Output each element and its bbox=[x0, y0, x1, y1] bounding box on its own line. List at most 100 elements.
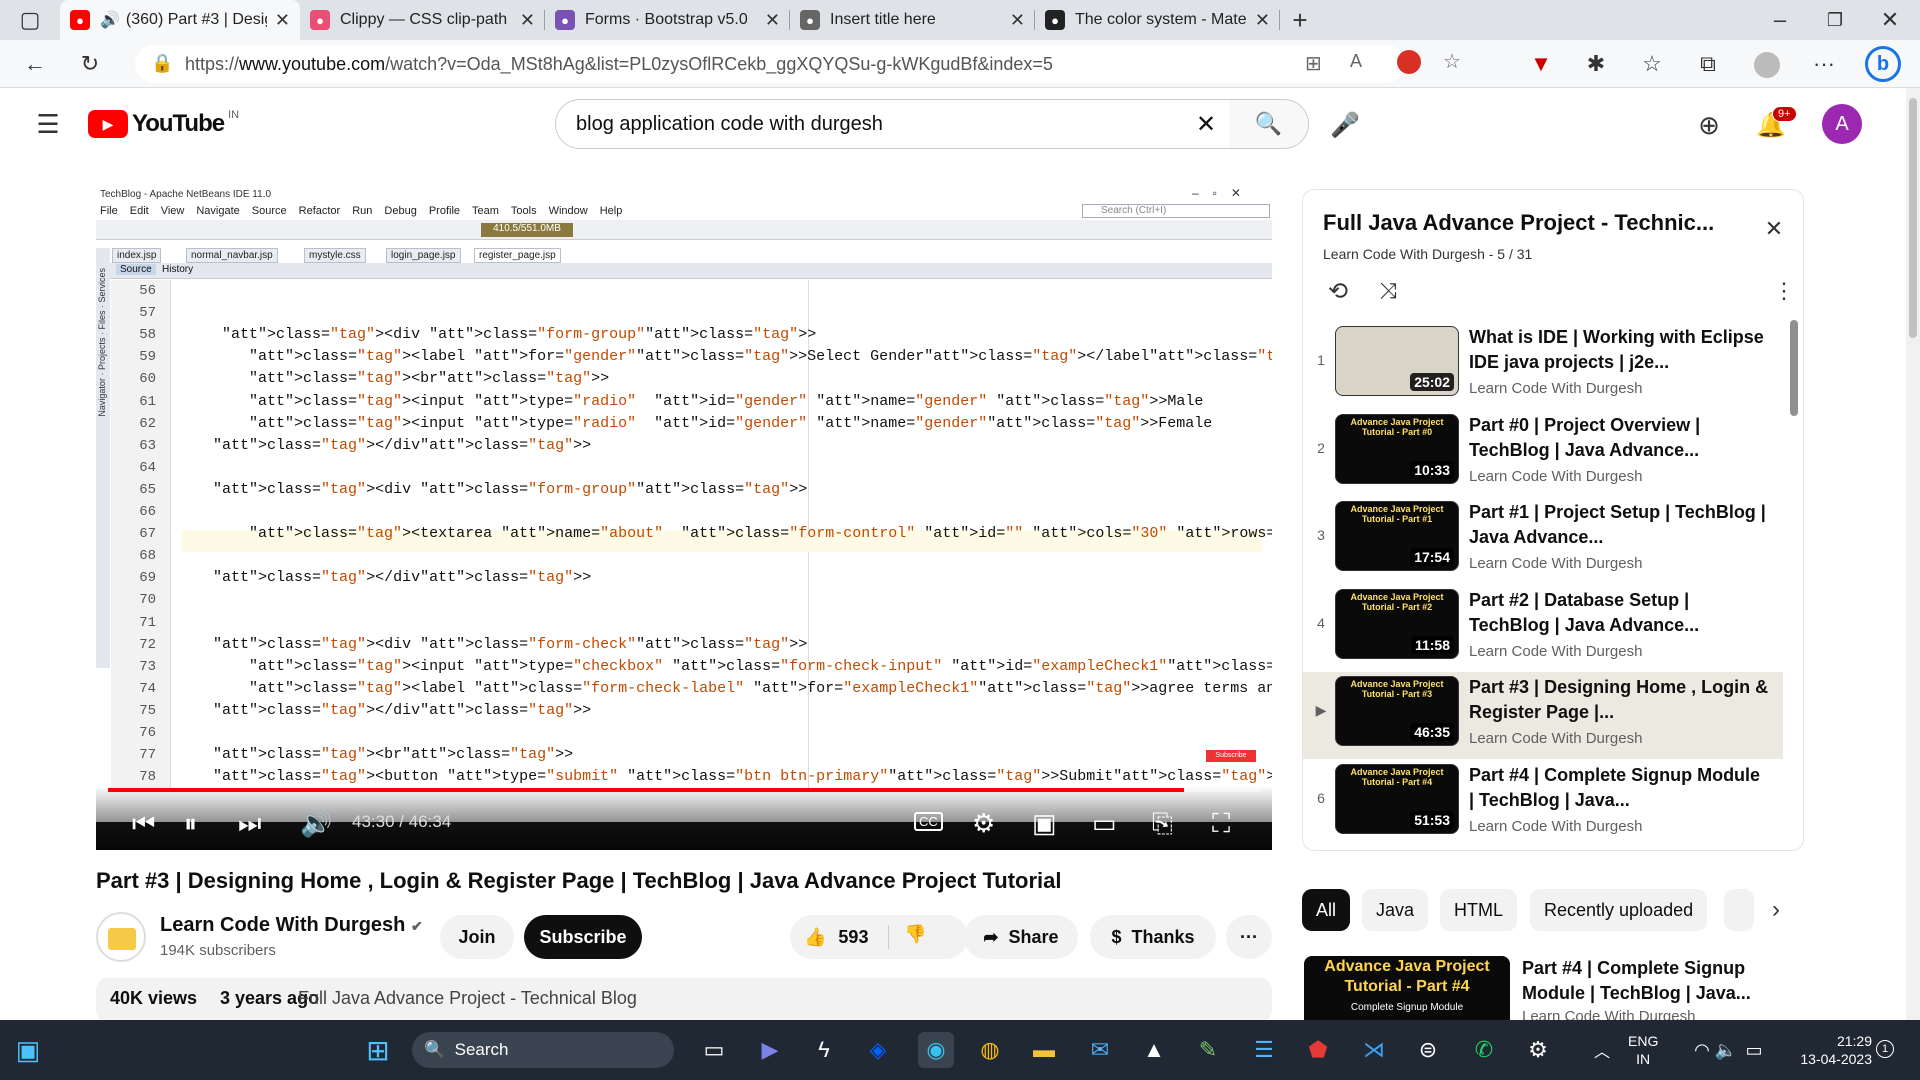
dropbox-icon[interactable]: ◈ bbox=[860, 1032, 896, 1068]
playlist-thumbnail[interactable]: Advance Java Project Tutorial - Part #0 1… bbox=[1335, 413, 1459, 484]
profile-icon[interactable] bbox=[1754, 52, 1780, 78]
audio-playing-icon[interactable]: 🔊 bbox=[100, 10, 120, 30]
search-button[interactable]: 🔍 bbox=[1229, 99, 1309, 149]
file-explorer-icon[interactable]: ▬ bbox=[1026, 1032, 1062, 1068]
recommended-thumbnail[interactable]: Advance Java Project Tutorial - Part #4 … bbox=[1304, 956, 1510, 1020]
browser-tab[interactable]: ● Forms · Bootstrap v5.0 ✕ bbox=[545, 0, 790, 40]
add-favorite-icon[interactable]: ☆ bbox=[1443, 49, 1461, 74]
chrome-icon[interactable]: ◍ bbox=[972, 1032, 1008, 1068]
create-video-icon[interactable]: ⊕ bbox=[1690, 106, 1728, 144]
teams-icon[interactable]: ▶ bbox=[752, 1032, 788, 1068]
page-scrollbar[interactable] bbox=[1906, 88, 1920, 1020]
terminal-icon[interactable]: ϟ bbox=[806, 1032, 842, 1068]
youtube-logo[interactable]: ▶ YouTube IN bbox=[88, 109, 239, 138]
video-progress-bar[interactable] bbox=[108, 788, 1260, 792]
like-count[interactable]: 593 bbox=[838, 927, 868, 948]
url-field[interactable]: 🔒 https://www.youtube.com/watch?v=Oda_MS… bbox=[135, 45, 1461, 83]
recommended-channel[interactable]: Learn Code With Durgesh bbox=[1522, 1008, 1695, 1020]
account-avatar[interactable]: A bbox=[1822, 104, 1862, 144]
video-player[interactable]: TechBlog - Apache NetBeans IDE 11.0 –▫✕ … bbox=[96, 186, 1272, 850]
playlist-item[interactable]: 1 25:02 What is IDE | Working with Eclipse… bbox=[1303, 322, 1783, 409]
bing-icon[interactable]: b bbox=[1865, 46, 1901, 82]
pause-icon[interactable]: ⏸ bbox=[184, 808, 197, 840]
close-window-button[interactable]: ✕ bbox=[1865, 0, 1915, 40]
read-aloud-icon[interactable]: A bbox=[1350, 51, 1362, 72]
vpn-icon[interactable]: ⊜ bbox=[1410, 1032, 1446, 1068]
playlist-scrollbar[interactable] bbox=[1790, 320, 1798, 416]
windows-start-icon[interactable]: ⊞ bbox=[360, 1032, 396, 1068]
playlist-item[interactable]: 3 Advance Java Project Tutorial - Part #1… bbox=[1303, 497, 1783, 584]
favorites-icon[interactable]: ☆ bbox=[1636, 48, 1668, 80]
maximize-button[interactable]: ❐ bbox=[1810, 0, 1860, 40]
playlist-thumbnail[interactable]: 25:02 bbox=[1335, 326, 1459, 396]
edge-icon[interactable]: ◉ bbox=[918, 1032, 954, 1068]
mail-icon[interactable]: ✉ bbox=[1082, 1032, 1118, 1068]
whatsapp-icon[interactable]: ✆ bbox=[1466, 1032, 1502, 1068]
acrobat-icon[interactable]: ⬟ bbox=[1300, 1032, 1336, 1068]
shuffle-playlist-icon[interactable]: ⤨ bbox=[1371, 274, 1405, 308]
collections-icon[interactable]: ⧉ bbox=[1692, 48, 1724, 80]
previous-video-icon[interactable]: ⏮ bbox=[132, 808, 155, 840]
playlist-thumbnail[interactable]: Advance Java Project Tutorial - Part #4 5… bbox=[1335, 763, 1459, 834]
captions-icon[interactable]: CC bbox=[914, 812, 943, 831]
back-icon[interactable]: ← bbox=[15, 44, 55, 84]
playlist-thumbnail[interactable]: Advance Java Project Tutorial - Part #1 1… bbox=[1335, 501, 1459, 571]
miniplayer-icon[interactable]: ▣ bbox=[1032, 808, 1057, 839]
editor-icon[interactable]: ✎ bbox=[1190, 1032, 1226, 1068]
task-view-icon[interactable]: ▣ bbox=[10, 1032, 46, 1068]
playlist-item[interactable]: 4 Advance Java Project Tutorial - Part #2… bbox=[1303, 585, 1783, 672]
playlist-thumbnail[interactable]: Advance Java Project Tutorial - Part #3 4… bbox=[1335, 676, 1459, 746]
playlist-item[interactable]: ▶ Advance Java Project Tutorial - Part #3… bbox=[1303, 672, 1783, 759]
notification-center-badge[interactable]: 1 bbox=[1876, 1040, 1894, 1058]
settings-app-icon[interactable]: ⚙ bbox=[1520, 1032, 1556, 1068]
close-playlist-icon[interactable]: ✕ bbox=[1759, 214, 1789, 244]
tab-actions-icon[interactable]: ▢ bbox=[0, 0, 60, 40]
close-tab-icon[interactable]: ✕ bbox=[765, 10, 780, 31]
more-actions-button[interactable]: ··· bbox=[1226, 915, 1272, 959]
share-button[interactable]: ➦ Share bbox=[964, 915, 1078, 959]
browser-tab[interactable]: ● Insert title here ✕ bbox=[790, 0, 1035, 40]
description-box[interactable]: 40K views 3 years ago Full Java Advance … bbox=[96, 978, 1272, 1022]
close-tab-icon[interactable]: ✕ bbox=[1010, 10, 1025, 31]
volume-icon[interactable]: 🔊 bbox=[300, 808, 332, 839]
dislike-icon[interactable]: 👎 bbox=[904, 924, 926, 945]
vscode-icon[interactable]: ⋊ bbox=[1356, 1032, 1392, 1068]
cast-icon[interactable]: ⎘ bbox=[1152, 808, 1173, 840]
browser-tab[interactable]: ● Clippy — CSS clip-path maker ✕ bbox=[300, 0, 545, 40]
chevron-right-icon[interactable]: › bbox=[1758, 892, 1794, 928]
subscribe-button[interactable]: Subscribe bbox=[524, 915, 642, 959]
playlist-title[interactable]: Full Java Advance Project - Technic... bbox=[1323, 210, 1714, 236]
playlist-menu-icon[interactable]: ⋮ bbox=[1767, 274, 1801, 308]
extension-icon[interactable] bbox=[1397, 50, 1421, 74]
extensions-icon[interactable]: ✱ bbox=[1580, 48, 1612, 80]
recommended-title[interactable]: Part #4 | Complete Signup Module | TechB… bbox=[1522, 956, 1752, 1006]
settings-icon[interactable]: ⚙ bbox=[972, 808, 995, 839]
close-tab-icon[interactable]: ✕ bbox=[275, 10, 290, 31]
chip-java[interactable]: Java bbox=[1362, 889, 1429, 931]
tray-chevron-icon[interactable]: ︿ bbox=[1584, 1032, 1620, 1068]
clock[interactable]: 21:29 13-04-2023 bbox=[1780, 1032, 1872, 1068]
next-video-icon[interactable]: ⏭ bbox=[238, 808, 261, 840]
close-tab-icon[interactable]: ✕ bbox=[520, 10, 535, 31]
like-icon[interactable]: 👍 bbox=[804, 927, 826, 948]
channel-avatar[interactable] bbox=[96, 912, 146, 962]
chip-recently-uploaded[interactable]: Recently uploaded bbox=[1530, 889, 1708, 931]
browser-tab[interactable]: ● 🔊 (360) Part #3 | Designing Ho ✕ bbox=[60, 0, 300, 40]
chip-html[interactable]: HTML bbox=[1440, 889, 1517, 931]
clear-search-icon[interactable]: ✕ bbox=[1196, 110, 1216, 139]
close-tab-icon[interactable]: ✕ bbox=[1255, 10, 1270, 31]
playlist-item[interactable]: 6 Advance Java Project Tutorial - Part #4… bbox=[1303, 760, 1783, 847]
fullscreen-icon[interactable]: ⛶ bbox=[1212, 808, 1230, 840]
desktop-icon[interactable]: ▭ bbox=[696, 1032, 732, 1068]
app-available-icon[interactable]: ⊞ bbox=[1305, 51, 1322, 76]
new-tab-button[interactable]: + bbox=[1280, 0, 1320, 40]
minimize-button[interactable]: – bbox=[1755, 0, 1805, 40]
battery-icon[interactable]: ▭ bbox=[1736, 1032, 1772, 1068]
channel-name[interactable]: Learn Code With Durgesh ✔ bbox=[160, 914, 423, 937]
taskbar-search[interactable]: 🔍 Search bbox=[412, 1032, 674, 1068]
playlist-thumbnail[interactable]: Advance Java Project Tutorial - Part #2 1… bbox=[1335, 588, 1459, 659]
thanks-button[interactable]: $ Thanks bbox=[1090, 915, 1216, 959]
join-button[interactable]: Join bbox=[440, 915, 514, 959]
playlist-item[interactable]: 2 Advance Java Project Tutorial - Part #0… bbox=[1303, 410, 1783, 497]
menu-icon[interactable]: ☰ bbox=[30, 106, 66, 142]
